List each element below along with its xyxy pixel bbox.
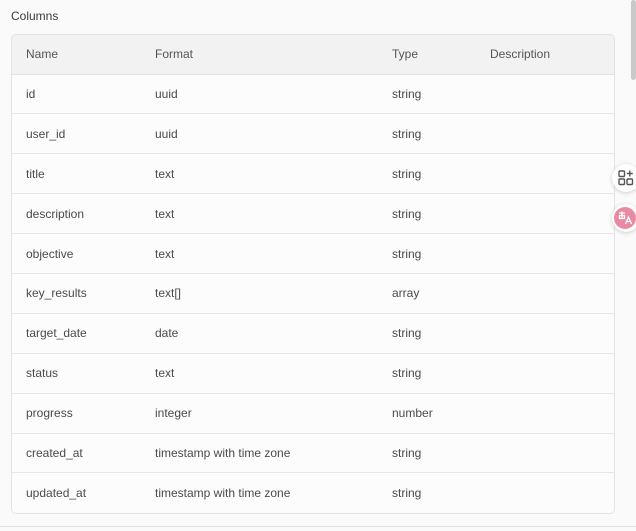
cell-description [476,233,614,274]
cell-format: text [141,193,378,235]
cell-name: updated_at [26,486,87,501]
cell-type: string [378,313,476,354]
translate-icon [614,207,636,229]
apps-add-button[interactable] [612,164,636,192]
divider [0,526,636,527]
columns-panel: Columns Name Format Type Description id u… [0,0,636,531]
header-type: Type [378,35,476,75]
cell-name: id [12,74,141,115]
cell-description [476,393,614,434]
table-row: description text string [12,193,614,235]
table-row: created_at timestamp with time zone string [12,433,614,474]
cell-format: uuid [141,74,378,115]
cell-format: timestamp with time zone [155,486,291,501]
header-description: Description [476,35,614,75]
cell-type: array [378,273,476,314]
cell-name: title [12,153,141,195]
cell-type: string [378,233,476,274]
table-row: title text string [12,153,614,195]
cell-type: string [378,113,476,155]
cell-name: target_date [12,313,141,354]
cell-format: text [141,153,378,195]
cell-description [476,153,614,195]
cell-description [476,473,614,513]
cell-name: description [12,193,141,235]
section-title: Columns [11,9,59,23]
table-row: objective text string [12,233,614,274]
scrollbar-thumb[interactable] [631,0,636,80]
translate-button[interactable] [612,204,636,232]
table-row: id uuid string [12,74,614,115]
cell-format: integer [141,393,378,434]
cell-format: date [141,313,378,354]
cell-format: text[] [141,273,378,314]
cell-format: text [141,353,378,394]
table-row: progress integer number [12,393,614,434]
cell-description [476,433,614,474]
table-row: status text string [12,353,614,394]
cell-type: string [378,74,476,115]
table-row: updated_at timestamp with time zone string [12,473,614,513]
cell-type: string [378,193,476,235]
cell-description [476,313,614,354]
table-row: target_date date string [12,313,614,354]
cell-type: string [378,433,476,474]
columns-table-card: Name Format Type Description id uuid strin… [11,34,615,514]
cell-name: status [12,353,141,394]
cell-format: uuid [141,113,378,155]
apps-add-icon [618,170,634,186]
cell-type: string [392,486,422,501]
cell-type: string [378,353,476,394]
table-row: user_id uuid string [12,113,614,155]
cell-description [476,113,614,155]
cell-name: objective [12,233,141,274]
cell-description [476,273,614,314]
header-name: Name [12,35,141,75]
columns-table: Name Format Type Description id uuid strin… [12,35,614,513]
cell-description [476,193,614,235]
cell-type: string [378,153,476,195]
cell-format: timestamp with time zone [141,433,378,474]
cell-description [476,74,614,115]
cell-name: key_results [12,273,141,314]
cell-type: number [378,393,476,434]
cell-name: user_id [12,113,141,155]
table-header-row: Name Format Type Description [12,35,614,75]
table-row: key_results text[] array [12,273,614,314]
cell-format: text [141,233,378,274]
header-format: Format [141,35,378,75]
cell-name: created_at [12,433,141,474]
cell-description [476,353,614,394]
cell-name: progress [12,393,141,434]
